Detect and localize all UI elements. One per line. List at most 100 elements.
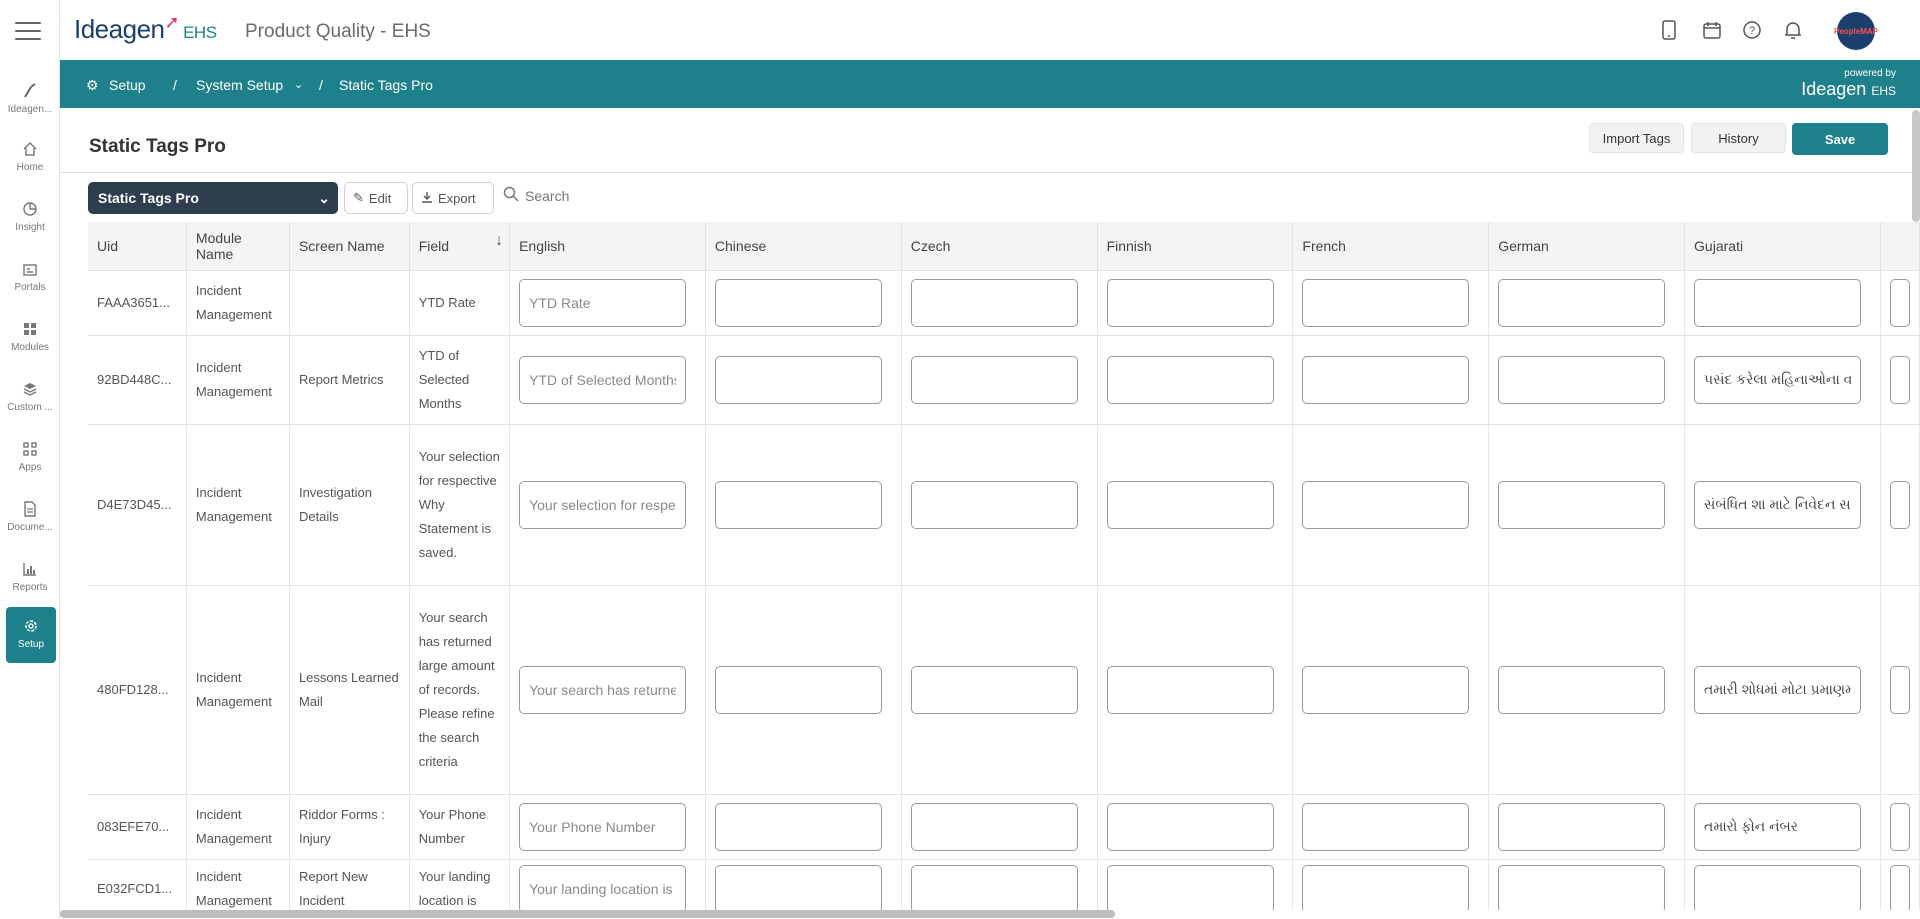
notification-bell-icon[interactable] bbox=[1781, 18, 1805, 42]
finnish-translation-input[interactable] bbox=[1106, 865, 1274, 910]
german-translation-input[interactable] bbox=[1498, 278, 1666, 327]
czech-translation-input[interactable] bbox=[910, 802, 1078, 851]
sidebar-item-insight[interactable]: Insight bbox=[0, 190, 60, 246]
powered-brand: Ideagen bbox=[1801, 79, 1867, 99]
english-translation-input[interactable] bbox=[519, 865, 687, 910]
sidebar-item-portals[interactable]: Portals bbox=[0, 250, 60, 306]
edit-button[interactable]: ✎ Edit bbox=[344, 182, 408, 214]
sidebar-item-home[interactable]: Home bbox=[0, 130, 60, 186]
german-translation-input[interactable] bbox=[1498, 480, 1666, 529]
french-translation-input[interactable] bbox=[1302, 278, 1470, 327]
chinese-translation-input[interactable] bbox=[714, 278, 882, 327]
french-translation-input[interactable] bbox=[1302, 802, 1470, 851]
sidebar-item-documents[interactable]: Docume... bbox=[0, 490, 60, 546]
english-translation-input[interactable] bbox=[519, 665, 687, 714]
chinese-translation-input[interactable] bbox=[714, 802, 882, 851]
gujarati-translation-input[interactable] bbox=[1694, 480, 1862, 529]
column-header-french[interactable]: French bbox=[1292, 222, 1490, 271]
french-translation-input[interactable] bbox=[1302, 355, 1470, 404]
cell-english bbox=[509, 585, 706, 795]
breadcrumb-setup[interactable]: Setup bbox=[109, 77, 146, 93]
ideagen-icon bbox=[0, 80, 60, 102]
calendar-icon[interactable] bbox=[1700, 18, 1724, 42]
cell-screen bbox=[289, 270, 410, 336]
english-translation-input[interactable] bbox=[519, 480, 687, 529]
english-translation-input[interactable] bbox=[519, 278, 687, 327]
gujarati-translation-input[interactable] bbox=[1694, 278, 1862, 327]
column-header-chinese[interactable]: Chinese bbox=[705, 222, 902, 271]
czech-translation-input[interactable] bbox=[910, 355, 1078, 404]
column-header-english[interactable]: English bbox=[509, 222, 706, 271]
english-translation-input[interactable] bbox=[519, 802, 687, 851]
gujarati-translation-input[interactable] bbox=[1694, 665, 1862, 714]
user-avatar[interactable]: PeopleMAP bbox=[1834, 12, 1878, 50]
breadcrumb-system-setup[interactable]: System Setup bbox=[196, 77, 283, 93]
cell-french bbox=[1292, 794, 1490, 860]
next-translation-input[interactable] bbox=[1889, 665, 1910, 714]
french-translation-input[interactable] bbox=[1302, 865, 1470, 910]
chevron-down-icon[interactable]: ⌄ bbox=[294, 78, 303, 91]
column-header-gujarati[interactable]: Gujarati bbox=[1684, 222, 1881, 271]
history-button[interactable]: History bbox=[1691, 123, 1786, 153]
next-translation-input[interactable] bbox=[1889, 355, 1910, 404]
cell-module: Incident Management bbox=[186, 794, 290, 860]
czech-translation-input[interactable] bbox=[910, 480, 1078, 529]
chinese-translation-input[interactable] bbox=[714, 480, 882, 529]
search-input[interactable] bbox=[525, 187, 725, 204]
finnish-translation-input[interactable] bbox=[1106, 802, 1274, 851]
mobile-icon[interactable] bbox=[1657, 18, 1681, 42]
save-button[interactable]: Save bbox=[1792, 123, 1888, 155]
column-header-finnish[interactable]: Finnish bbox=[1097, 222, 1294, 271]
hamburger-menu-icon[interactable] bbox=[15, 22, 41, 40]
sidebar-item-ideagen[interactable]: Ideagen... bbox=[0, 72, 60, 128]
finnish-translation-input[interactable] bbox=[1106, 355, 1274, 404]
next-translation-input[interactable] bbox=[1889, 802, 1910, 851]
finnish-translation-input[interactable] bbox=[1106, 480, 1274, 529]
column-header-field[interactable]: Field ↓ bbox=[409, 222, 511, 271]
import-tags-button[interactable]: Import Tags bbox=[1589, 123, 1684, 153]
column-header-module[interactable]: Module Name bbox=[186, 222, 290, 271]
czech-translation-input[interactable] bbox=[910, 665, 1078, 714]
next-translation-input[interactable] bbox=[1889, 865, 1910, 910]
tag-list-select[interactable]: Static Tags Pro ⌄ bbox=[88, 182, 338, 214]
app-logo[interactable]: Ideagen➚EHS bbox=[74, 12, 217, 45]
finnish-translation-input[interactable] bbox=[1106, 278, 1274, 327]
czech-translation-input[interactable] bbox=[910, 865, 1078, 910]
sidebar-item-custom[interactable]: Custom ... bbox=[0, 370, 60, 426]
german-translation-input[interactable] bbox=[1498, 665, 1666, 714]
column-header-uid[interactable]: Uid bbox=[88, 222, 187, 271]
horizontal-scrollbar[interactable] bbox=[60, 910, 1115, 918]
sidebar-item-reports[interactable]: Reports bbox=[0, 550, 60, 606]
column-header-czech[interactable]: Czech bbox=[901, 222, 1098, 271]
gujarati-translation-input[interactable] bbox=[1694, 355, 1862, 404]
gujarati-translation-input[interactable] bbox=[1694, 865, 1862, 910]
vertical-scrollbar[interactable] bbox=[1912, 110, 1920, 222]
finnish-translation-input[interactable] bbox=[1106, 665, 1274, 714]
cell-field: Your Phone Number bbox=[409, 794, 511, 860]
gujarati-translation-input[interactable] bbox=[1694, 802, 1862, 851]
cell-english bbox=[509, 424, 706, 586]
chinese-translation-input[interactable] bbox=[714, 355, 882, 404]
help-icon[interactable]: ? bbox=[1740, 18, 1764, 42]
sort-descending-icon[interactable]: ↓ bbox=[495, 232, 503, 250]
german-translation-input[interactable] bbox=[1498, 802, 1666, 851]
french-translation-input[interactable] bbox=[1302, 665, 1470, 714]
german-translation-input[interactable] bbox=[1498, 865, 1666, 910]
next-translation-input[interactable] bbox=[1889, 480, 1910, 529]
chinese-translation-input[interactable] bbox=[714, 865, 882, 910]
breadcrumb-current: Static Tags Pro bbox=[339, 77, 433, 93]
sidebar-item-apps[interactable]: Apps bbox=[0, 430, 60, 486]
czech-translation-input[interactable] bbox=[910, 278, 1078, 327]
cell-next-column bbox=[1880, 585, 1920, 795]
english-translation-input[interactable] bbox=[519, 355, 687, 404]
german-translation-input[interactable] bbox=[1498, 355, 1666, 404]
chinese-translation-input[interactable] bbox=[714, 665, 882, 714]
french-translation-input[interactable] bbox=[1302, 480, 1470, 529]
insight-icon bbox=[0, 198, 60, 220]
export-button[interactable]: Export bbox=[412, 182, 494, 214]
sidebar-item-modules[interactable]: Modules bbox=[0, 310, 60, 366]
column-header-german[interactable]: German bbox=[1488, 222, 1686, 271]
column-header-screen[interactable]: Screen Name bbox=[289, 222, 410, 271]
next-translation-input[interactable] bbox=[1889, 278, 1910, 327]
sidebar-item-setup[interactable]: Setup bbox=[6, 607, 56, 663]
